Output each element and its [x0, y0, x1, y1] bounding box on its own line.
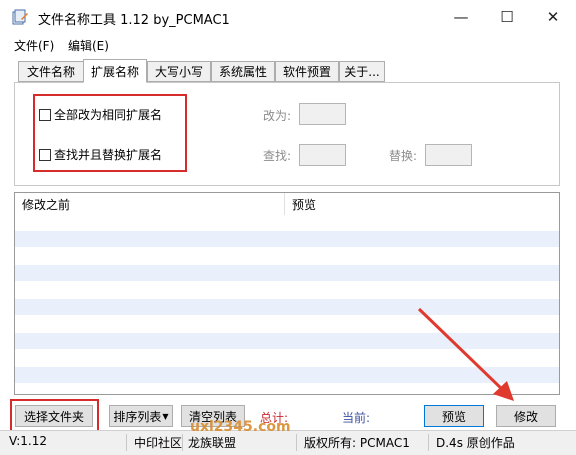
- dropdown-arrow-icon: ▼: [162, 411, 169, 421]
- tab-system-attributes[interactable]: 系统属性: [211, 61, 275, 82]
- tab-case[interactable]: 大写小写: [147, 61, 211, 82]
- modify-button[interactable]: 修改: [496, 405, 556, 427]
- sort-list-button[interactable]: 排序列表 ▼: [109, 405, 173, 427]
- find-field[interactable]: [299, 144, 346, 166]
- find-replace-label: 查找并且替换扩展名: [54, 148, 163, 162]
- status-divider: [126, 434, 127, 451]
- close-icon: ✕: [546, 8, 560, 26]
- find-replace-option[interactable]: 查找并且替换扩展名: [39, 146, 162, 163]
- maximize-button[interactable]: ☐: [484, 0, 530, 34]
- column-header-preview[interactable]: 预览: [285, 193, 316, 215]
- tab-extension-name[interactable]: 扩展名称: [83, 59, 147, 83]
- status-divider: [428, 434, 429, 451]
- version-text: V:1.12: [9, 434, 47, 448]
- menu-edit[interactable]: 编辑(E): [68, 37, 109, 54]
- find-label: 查找:: [263, 149, 292, 163]
- change-all-label: 全部改为相同扩展名: [54, 108, 163, 122]
- status-divider: [182, 434, 183, 451]
- maximize-icon: ☐: [500, 8, 514, 26]
- preview-button[interactable]: 预览: [424, 405, 484, 427]
- minimize-icon: —: [453, 8, 469, 26]
- community-link[interactable]: 中印社区: [134, 434, 182, 451]
- list-row: [15, 333, 559, 349]
- tab-file-name[interactable]: 文件名称: [18, 61, 84, 82]
- select-folder-button[interactable]: 选择文件夹: [15, 405, 93, 427]
- window-title: 文件名称工具 1.12 by_PCMAC1: [38, 13, 230, 28]
- status-divider: [296, 434, 297, 451]
- change-all-checkbox[interactable]: [39, 108, 51, 121]
- find-replace-checkbox[interactable]: [39, 148, 51, 161]
- column-header-before[interactable]: 修改之前: [15, 193, 285, 215]
- list-row: [15, 299, 559, 315]
- replace-label: 替换:: [389, 149, 418, 163]
- extension-options-panel: 全部改为相同扩展名 查找并且替换扩展名 改为: 查找: 替换:: [14, 82, 560, 186]
- alliance-link[interactable]: 龙族联盟: [188, 434, 236, 451]
- menu-bar: 文件(F) 编辑(E): [0, 34, 576, 56]
- work-text: D.4s 原创作品: [436, 436, 515, 450]
- current-label: 当前:: [342, 411, 371, 425]
- list-header: 修改之前 预览: [15, 193, 559, 215]
- change-to-label: 改为:: [263, 109, 292, 123]
- close-button[interactable]: ✕: [530, 0, 576, 34]
- list-row: [15, 265, 559, 281]
- sort-list-label: 排序列表: [113, 409, 162, 424]
- minimize-button[interactable]: —: [438, 0, 484, 34]
- app-icon: [12, 9, 28, 25]
- watermark: uxl2345.com: [190, 419, 291, 435]
- title-bar: 文件名称工具 1.12 by_PCMAC1 — ☐ ✕: [0, 0, 576, 34]
- tab-presets[interactable]: 软件预置: [275, 61, 339, 82]
- change-to-field[interactable]: [299, 103, 346, 125]
- replace-field[interactable]: [425, 144, 472, 166]
- menu-file[interactable]: 文件(F): [14, 37, 54, 54]
- list-row: [15, 231, 559, 247]
- change-all-option[interactable]: 全部改为相同扩展名: [39, 106, 162, 123]
- copyright-text: 版权所有: PCMAC1: [304, 436, 410, 450]
- list-row: [15, 367, 559, 383]
- file-list[interactable]: 修改之前 预览: [14, 192, 560, 395]
- tab-about[interactable]: 关于...: [339, 61, 385, 82]
